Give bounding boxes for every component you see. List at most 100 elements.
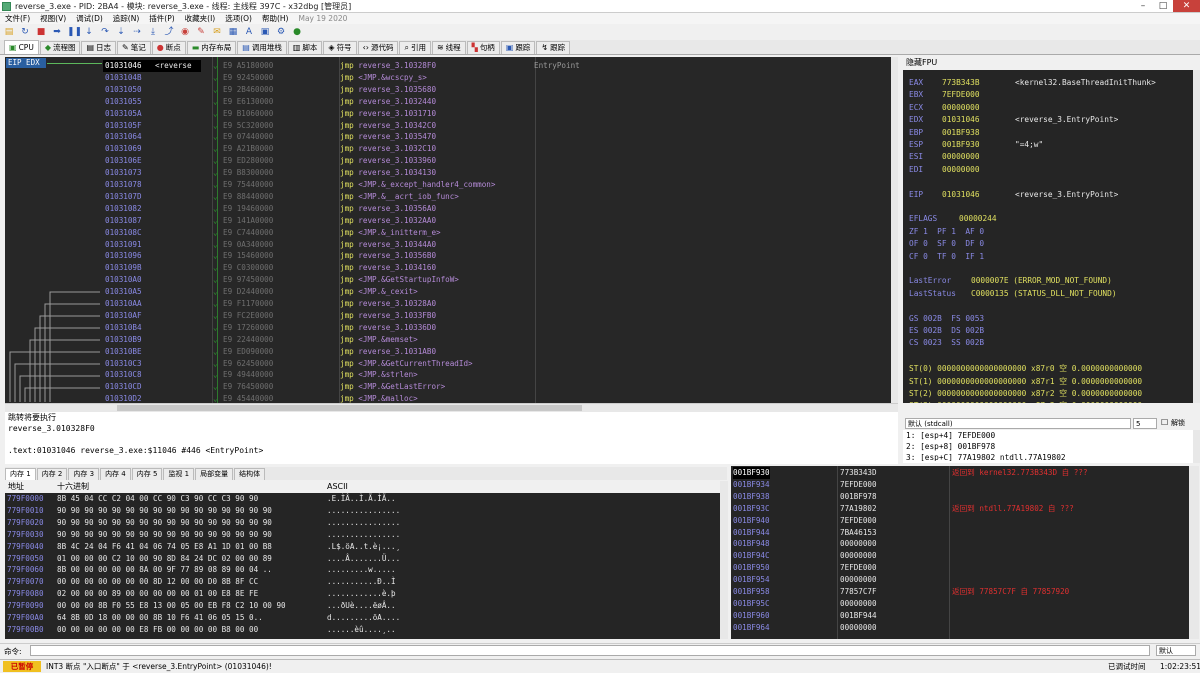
disasm-row[interactable]: 010310CD ⌄ E9 76450000 jmp <JMP.&GetLastErr…: [103, 381, 888, 393]
menu-file[interactable]: 文件(F): [0, 13, 35, 24]
stack-row[interactable]: 001BF950 7EFDE000: [731, 562, 1189, 574]
disasm-row[interactable]: 01031091 ⌄ E9 0A340000 jmp reverse_3.10344A…: [103, 239, 888, 251]
stack-row[interactable]: 001BF958 77857C7F 返回到 77857C7F 自 77857920: [731, 586, 1189, 598]
disasm-row[interactable]: 010310AA ⌄ E9 F1170000 jmp reverse_3.10328A…: [103, 298, 888, 310]
menu-help[interactable]: 帮助(H): [257, 13, 294, 24]
disasm-row[interactable]: 010310A0 ⌄ E9 97450000 jmp <JMP.&GetStartup…: [103, 274, 888, 286]
label-icon[interactable]: ▦: [227, 26, 239, 38]
tab-handles[interactable]: ▚ 句柄: [466, 41, 500, 54]
tab-source[interactable]: ‹› 源代码: [357, 41, 399, 54]
disassembly-view[interactable]: EIP EDX 01031046 <reverse ⌄ E9 A5180000 jmp …: [5, 57, 898, 403]
dump-row[interactable]: 779F0000 8B 45 04 CC C2 04 00 CC 90 C3 90…: [5, 493, 721, 505]
close-button[interactable]: ✕: [1173, 0, 1200, 12]
pause-icon[interactable]: ❚❚: [67, 26, 82, 38]
tab-graph[interactable]: ◆ 流程图: [39, 41, 81, 54]
tab-trace[interactable]: ▣ 跟踪: [500, 41, 536, 54]
stack-row[interactable]: 001BF94C 00000000: [731, 550, 1189, 562]
tab-watch-1[interactable]: 监视 1: [163, 468, 195, 480]
stack-row[interactable]: 001BF930 773B343D 返回到 kernel32.773B343D 自 …: [731, 467, 1189, 479]
stack-view[interactable]: 001BF930 773B343D 返回到 kernel32.773B343D 自 …: [731, 466, 1189, 639]
disasm-row[interactable]: 01031050 ⌄ E9 2B460000 jmp reverse_3.103568…: [103, 84, 888, 96]
menu-trace[interactable]: 追踪(N): [108, 13, 144, 24]
stop-icon[interactable]: ■: [35, 26, 47, 38]
dump-scrollbar[interactable]: [720, 481, 728, 639]
register-eip[interactable]: EIP 01031046 <reverse_3.EntryPoint>: [909, 190, 1118, 199]
stack-row[interactable]: 001BF954 00000000: [731, 574, 1189, 586]
menu-view[interactable]: 视图(V): [35, 13, 71, 24]
last-error[interactable]: LastError 0000007E (ERROR_MOD_NOT_FOUND): [909, 276, 1112, 285]
stack-row[interactable]: 001BF960 001BF944: [731, 610, 1189, 622]
flags-row[interactable]: CF 0 TF 0 IF 1: [909, 252, 984, 261]
stack-scrollbar[interactable]: [1189, 466, 1199, 639]
tab-memory-map[interactable]: ▬ 内存布局: [186, 41, 237, 54]
stack-row[interactable]: 001BF934 7EFDE000: [731, 479, 1189, 491]
font-icon[interactable]: A: [243, 26, 255, 38]
disasm-row[interactable]: 01031082 ⌄ E9 19460000 jmp reverse_3.10356A…: [103, 203, 888, 215]
scylla-icon[interactable]: ◉: [179, 26, 191, 38]
tab-struct[interactable]: 结构体: [234, 468, 266, 480]
dump-row[interactable]: 779F0030 90 90 90 90 90 90 90 90 90 90 90…: [5, 529, 721, 541]
disasm-row[interactable]: 0103104B ⌄ E9 92450000 jmp <JMP.&wcscpy_s>: [103, 72, 888, 84]
tab-callstack[interactable]: ▤ 调用堆栈: [237, 41, 287, 54]
disasm-row[interactable]: 01031096 ⌄ E9 15460000 jmp reverse_3.10356B…: [103, 250, 888, 262]
menu-favorites[interactable]: 收藏夹(I): [180, 13, 221, 24]
tab-log[interactable]: ▤ 日志: [81, 41, 117, 54]
tab-symbols[interactable]: ◈ 符号: [323, 41, 357, 54]
register-edi[interactable]: EDI 00000000: [909, 165, 980, 174]
dump-row[interactable]: 779F0060 8B 00 00 00 00 00 8A 00 9F 77 89…: [5, 564, 721, 576]
tab-dump-4[interactable]: 内存 4: [100, 468, 131, 480]
stack-row[interactable]: 001BF938 001BF978: [731, 491, 1189, 503]
segment-row[interactable]: CS 0023 SS 002B: [909, 338, 984, 347]
registers-scrollbar[interactable]: [1193, 70, 1200, 403]
tab-script[interactable]: ▥ 脚本: [287, 41, 323, 54]
disasm-row[interactable]: 01031064 ⌄ E9 07440000 jmp reverse_3.103547…: [103, 131, 888, 143]
register-ebp[interactable]: EBP 001BF938: [909, 128, 980, 137]
dump-row[interactable]: 779F0010 90 90 90 90 90 90 90 90 90 90 90…: [5, 505, 721, 517]
disassembly-hscrollbar[interactable]: [5, 403, 898, 412]
patch-icon[interactable]: ✎: [195, 26, 207, 38]
trace-over-icon[interactable]: ⇢: [131, 26, 143, 38]
flags-row[interactable]: OF 0 SF 0 DF 0: [909, 239, 984, 248]
step-into-icon[interactable]: ↓: [83, 26, 95, 38]
disasm-row[interactable]: 01031069 ⌄ E9 A21B0000 jmp reverse_3.1032C1…: [103, 143, 888, 155]
disasm-row[interactable]: 010310A5 ⌄ E9 D2440000 jmp <JMP.&_cexit>: [103, 286, 888, 298]
disasm-row[interactable]: 010310B4 ⌄ E9 17260000 jmp reverse_3.10336D…: [103, 322, 888, 334]
calculator-icon[interactable]: ▣: [259, 26, 271, 38]
tab-references[interactable]: ⌕ 引用: [399, 41, 431, 54]
disassembly-scrollbar[interactable]: [891, 57, 898, 403]
disasm-row[interactable]: 01031055 ⌄ E9 E6130000 jmp reverse_3.103244…: [103, 96, 888, 108]
stack-row[interactable]: 001BF940 7EFDE000: [731, 515, 1189, 527]
update-icon[interactable]: ●: [291, 26, 303, 38]
tab-trace-2[interactable]: ↯ 跟踪: [536, 41, 571, 54]
disasm-row[interactable]: 0103105F ⌄ E9 5C320000 jmp reverse_3.10342C…: [103, 120, 888, 132]
disasm-row[interactable]: 01031046 <reverse ⌄ E9 A5180000 jmp reverse_…: [103, 60, 888, 72]
tab-cpu[interactable]: ▣ CPU: [4, 40, 39, 54]
fpu-row[interactable]: ST(3) 0000000000000000000 x87r3 空 0.0000…: [909, 400, 1142, 403]
hide-fpu-toggle[interactable]: 隐藏FPU: [903, 57, 1200, 70]
fpu-row[interactable]: ST(2) 0000000000000000000 x87r2 空 0.0000…: [909, 388, 1142, 399]
disasm-row[interactable]: 010310AF ⌄ E9 FC2E0000 jmp reverse_3.1033FB…: [103, 310, 888, 322]
disasm-row[interactable]: 0103108C ⌄ E9 C7440000 jmp <JMP.&_initterm_…: [103, 227, 888, 239]
menu-options[interactable]: 选项(O): [220, 13, 257, 24]
run-icon[interactable]: ➡: [51, 26, 63, 38]
flags-row[interactable]: ZF 1 PF 1 AF 0: [909, 227, 984, 236]
menu-plugins[interactable]: 插件(P): [144, 13, 179, 24]
disasm-row[interactable]: 0103107D ⌄ E9 88440000 jmp <JMP.&__acrt_iob…: [103, 191, 888, 203]
dump-row[interactable]: 779F0050 01 00 00 00 C2 10 00 90 8D 84 24…: [5, 553, 721, 565]
restart-icon[interactable]: ↻: [19, 26, 31, 38]
register-eflags[interactable]: EFLAGS 00000244: [909, 214, 997, 223]
disasm-row[interactable]: 010310C3 ⌄ E9 62450000 jmp <JMP.&GetCurrent…: [103, 358, 888, 370]
disasm-row[interactable]: 010310B9 ⌄ E9 22440000 jmp <JMP.&memset>: [103, 334, 888, 346]
register-esi[interactable]: ESI 00000000: [909, 152, 980, 161]
menu-debug[interactable]: 调试(D): [71, 13, 108, 24]
tab-dump-3[interactable]: 内存 3: [68, 468, 100, 480]
register-esp[interactable]: ESP 001BF930 "=4;w": [909, 140, 1043, 149]
disasm-row[interactable]: 0103105A ⌄ E9 B1060000 jmp reverse_3.103171…: [103, 108, 888, 120]
disasm-row[interactable]: 01031087 ⌄ E9 141A0000 jmp reverse_3.1032AA…: [103, 215, 888, 227]
stack-row[interactable]: 001BF964 00000000: [731, 622, 1189, 634]
dump-row[interactable]: 779F0070 00 00 00 00 00 00 00 8D 12 00 00…: [5, 576, 721, 588]
lock-checkbox[interactable]: ☐: [1161, 418, 1169, 429]
call-args-scrollbar[interactable]: [1193, 430, 1200, 463]
register-ecx[interactable]: ECX 00000000: [909, 103, 980, 112]
minimize-button[interactable]: –: [1133, 0, 1153, 12]
